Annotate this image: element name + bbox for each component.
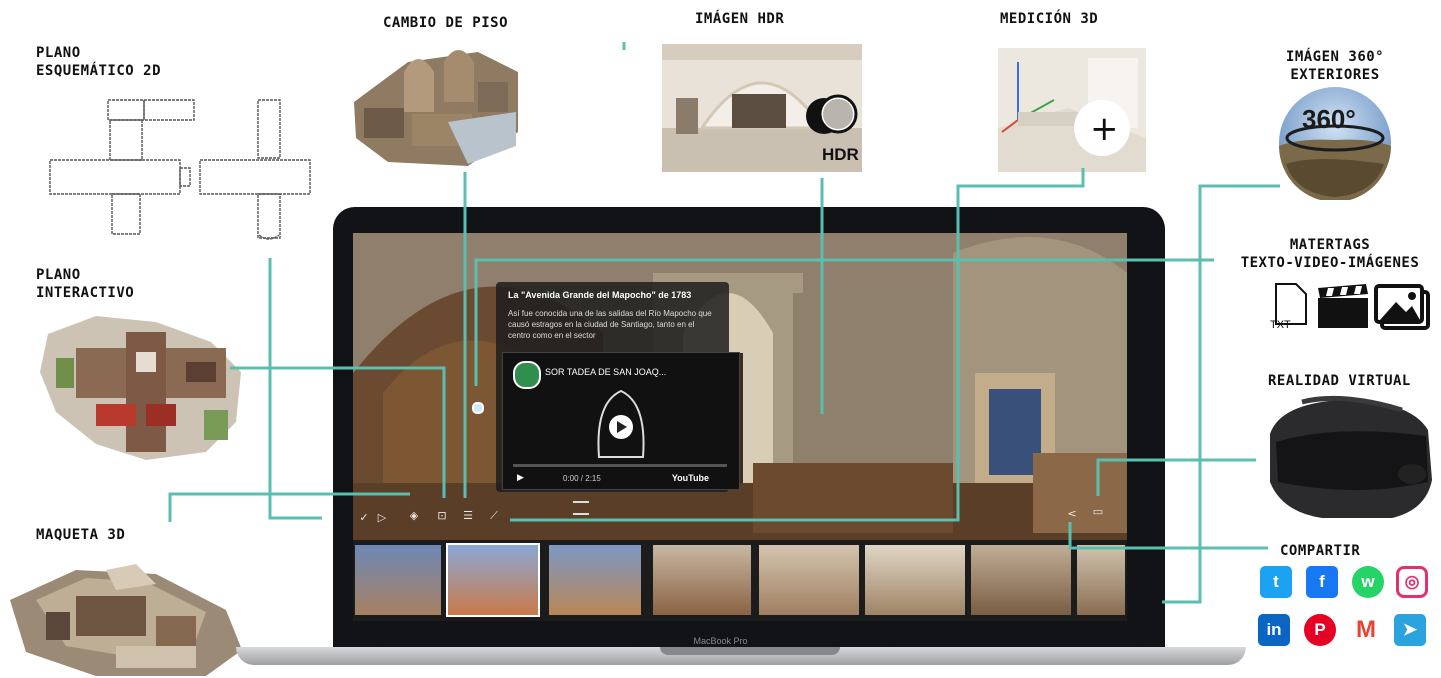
text-file-icon xyxy=(1275,283,1307,325)
floor-plan-2d-image xyxy=(49,99,311,240)
video-thumbnail-bell xyxy=(597,389,645,458)
share-button[interactable]: < xyxy=(1065,507,1079,521)
scene-thumbnail[interactable] xyxy=(549,545,641,615)
label-plano-2d-line1: PLANO xyxy=(36,45,81,61)
mattertag-pin[interactable] xyxy=(472,402,484,414)
label-maqueta-3d: MAQUETA 3D xyxy=(36,527,126,543)
measure-plus-badge: + xyxy=(1090,109,1119,149)
instagram-icon[interactable]: ◎ xyxy=(1396,566,1428,598)
scene-thumbnail[interactable] xyxy=(971,545,1071,615)
label-medicion-3d: MEDICIÓN 3D xyxy=(1000,11,1099,27)
floor-plan-button[interactable]: ⊡ xyxy=(435,509,449,523)
model-3d-image xyxy=(10,564,242,676)
scene-thumbnail[interactable] xyxy=(355,545,441,615)
label-plano-interactivo-line2: INTERACTIVO xyxy=(36,285,135,301)
dollhouse-view-button[interactable]: ◈ xyxy=(407,509,421,523)
image-360-sphere: 360° xyxy=(1279,87,1391,200)
play-tour-button[interactable]: ▷ xyxy=(375,511,389,525)
connector-plano-2d xyxy=(268,258,322,520)
label-imagen-360: IMÁGEN 360° EXTERIORES xyxy=(1270,48,1400,84)
label-matertags-line2: TEXTO-VIDEO-IMÁGENES xyxy=(1240,255,1420,271)
hdr-badge: HDR xyxy=(822,145,859,164)
scene-thumbnail[interactable] xyxy=(446,543,540,617)
video-progress-bar[interactable] xyxy=(513,464,727,467)
scene-thumbnail[interactable] xyxy=(653,545,751,615)
mattertag-body: Así fue conocida una de las salidas del … xyxy=(508,309,712,340)
laptop-notch xyxy=(660,647,840,655)
label-plano-2d-line2: ESQUEMÁTICO 2D xyxy=(36,63,162,79)
vr-mode-button[interactable]: ▭ xyxy=(1091,505,1105,519)
video-time: 0:00 / 2:15 xyxy=(563,474,601,483)
vr-headset-image xyxy=(1270,395,1432,518)
label-imagen-360-line2: EXTERIORES xyxy=(1290,67,1380,83)
youtube-logo: YouTube xyxy=(671,473,709,483)
badge-360: 360° xyxy=(1302,104,1356,134)
interactive-floor-plan-image xyxy=(40,316,241,460)
channel-avatar xyxy=(513,361,541,389)
hdr-image: HDR xyxy=(662,44,862,172)
scene-thumbnail[interactable] xyxy=(759,545,859,615)
twitter-icon[interactable]: t xyxy=(1260,566,1292,598)
label-imagen-360-line1: IMÁGEN 360° xyxy=(1285,49,1385,65)
measure-tool-button[interactable]: ⟋ xyxy=(487,509,501,523)
scene-filmstrip xyxy=(353,540,1127,621)
floor-selector-button[interactable]: ☰ xyxy=(461,509,475,523)
label-imagen-hdr: IMÁGEN HDR xyxy=(695,11,785,27)
label-realidad-virtual: REALIDAD VIRTUAL xyxy=(1268,373,1411,389)
image-gallery-icon xyxy=(1374,284,1430,330)
laptop-brand: MacBook Pro xyxy=(693,636,748,646)
scene-thumbnail[interactable] xyxy=(865,545,965,615)
label-matertags-line1: MATERTAGS xyxy=(1289,237,1371,253)
facebook-icon[interactable]: f xyxy=(1306,566,1338,598)
label-cambio-piso: CAMBIO DE PISO xyxy=(383,15,509,31)
play-icon[interactable]: ▶ xyxy=(517,473,524,483)
embedded-video[interactable]: SOR TADEA DE SAN JOAQ... ▶ 0:00 / 2:15 Y… xyxy=(502,352,740,490)
txt-badge: TXT xyxy=(1270,319,1291,331)
label-compartir: COMPARTIR xyxy=(1280,543,1361,559)
mattertag-title: La "Avenida Grande del Mapocho" de 1783 xyxy=(508,290,692,300)
floor-change-image xyxy=(354,50,518,166)
label-plano-interactivo-line1: PLANO xyxy=(36,267,81,283)
label-matertags: MATERTAGS TEXTO-VIDEO-IMÁGENES xyxy=(1222,236,1438,272)
clapperboard-icon xyxy=(1318,284,1368,328)
measurement-3d-image: + xyxy=(998,48,1146,172)
floor-stack-icon xyxy=(573,501,589,515)
label-plano-interactivo: PLANO INTERACTIVO xyxy=(36,266,134,302)
label-plano-2d: PLANO ESQUEMÁTICO 2D xyxy=(36,44,161,80)
checkmark-icon[interactable]: ✓ xyxy=(357,511,371,525)
matertags-icons: TXT xyxy=(1270,283,1430,331)
video-title: SOR TADEA DE SAN JOAQ... xyxy=(545,367,667,377)
scene-thumbnail[interactable] xyxy=(1077,545,1125,615)
whatsapp-icon[interactable]: w xyxy=(1352,566,1384,598)
infographic: PLANO ESQUEMÁTICO 2D CAMBIO DE PISO IMÁG… xyxy=(0,0,1441,678)
